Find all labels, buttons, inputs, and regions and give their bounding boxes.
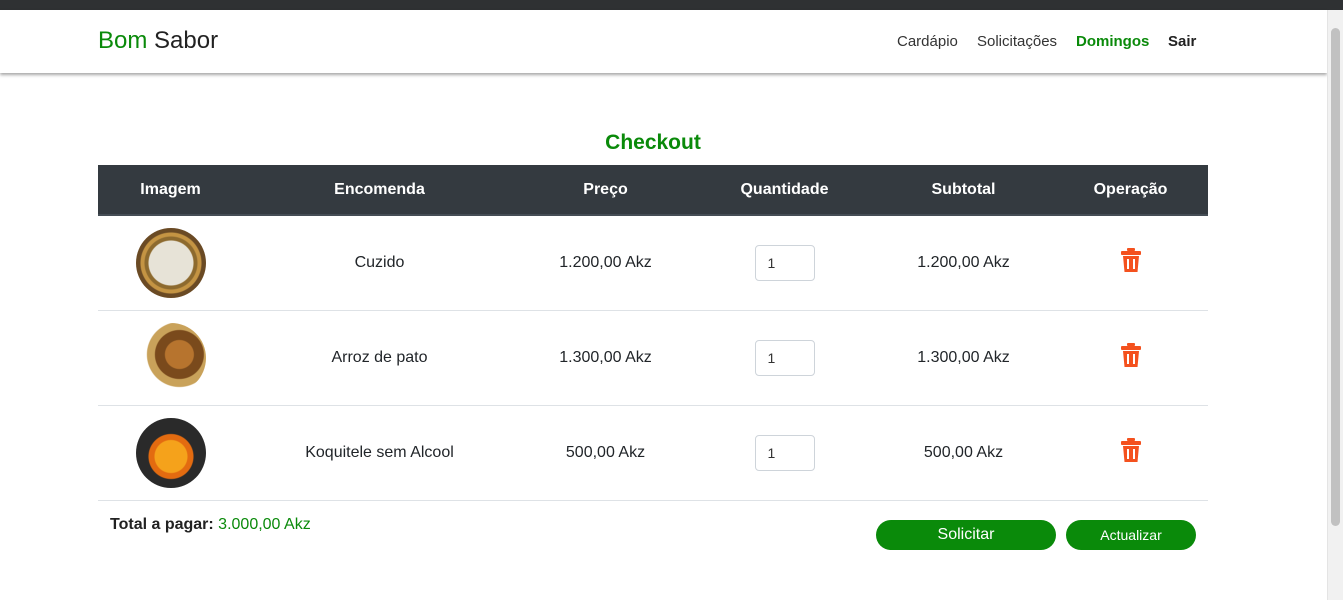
nav-sair[interactable]: Sair: [1168, 33, 1196, 50]
header-preco: Preço: [516, 165, 695, 216]
cell-qty: [695, 310, 874, 406]
cell-name: Cuzido: [243, 215, 516, 311]
cell-name: Arroz de pato: [243, 310, 516, 406]
trash-icon[interactable]: [1120, 343, 1141, 372]
nav-solicitacoes[interactable]: Solicitações: [977, 33, 1057, 50]
food-image: [135, 322, 206, 393]
cell-operation: [1053, 215, 1208, 311]
table-row: Koquitele sem Alcool 500,00 Akz 500,00 A…: [98, 405, 1208, 501]
cell-name: Koquitele sem Alcool: [243, 405, 516, 501]
solicitar-button[interactable]: Solicitar: [876, 520, 1056, 550]
header-operacao: Operação: [1053, 165, 1208, 216]
cell-price: 500,00 Akz: [516, 405, 695, 501]
table-row: Cuzido 1.200,00 Akz 1.200,00 Akz: [98, 215, 1208, 311]
header-imagem: Imagem: [98, 165, 243, 216]
actualizar-button[interactable]: Actualizar: [1066, 520, 1196, 550]
table-row: Arroz de pato 1.300,00 Akz 1.300,00 Akz: [98, 310, 1208, 406]
header-subtotal: Subtotal: [874, 165, 1053, 216]
quantity-input[interactable]: [754, 339, 815, 376]
cell-image: [98, 405, 243, 501]
cell-subtotal: 500,00 Akz: [874, 405, 1053, 501]
page-scrollbar[interactable]: [1327, 10, 1343, 600]
trash-icon[interactable]: [1120, 438, 1141, 467]
brand-part-1: Bom: [98, 27, 148, 54]
header-encomenda: Encomenda: [243, 165, 516, 216]
drink-image: [135, 417, 206, 488]
total-label: Total a pagar:: [110, 516, 214, 533]
browser-top-strip: [0, 0, 1343, 10]
food-image: [135, 227, 206, 298]
cell-subtotal: 1.200,00 Akz: [874, 215, 1053, 311]
brand-logo[interactable]: Bom Sabor: [98, 27, 218, 55]
cell-image: [98, 310, 243, 406]
checkout-table: Imagem Encomenda Preço Quantidade Subtot…: [98, 165, 1208, 501]
cell-price: 1.200,00 Akz: [516, 215, 695, 311]
cell-qty: [695, 215, 874, 311]
table-header-row: Imagem Encomenda Preço Quantidade Subtot…: [98, 165, 1208, 216]
header-quantidade: Quantidade: [695, 165, 874, 216]
total-summary: Total a pagar: 3.000,00 Akz: [110, 516, 311, 534]
cell-subtotal: 1.300,00 Akz: [874, 310, 1053, 406]
cell-operation: [1053, 405, 1208, 501]
cell-price: 1.300,00 Akz: [516, 310, 695, 406]
page-title: Checkout: [605, 131, 701, 154]
quantity-input[interactable]: [754, 244, 815, 281]
cell-qty: [695, 405, 874, 501]
navbar: Bom Sabor Cardápio Solicitações Domingos…: [0, 10, 1327, 73]
cell-operation: [1053, 310, 1208, 406]
cell-image: [98, 215, 243, 311]
scrollbar-thumb[interactable]: [1331, 28, 1340, 526]
brand-part-2: Sabor: [154, 27, 219, 54]
total-value: 3.000,00 Akz: [218, 516, 311, 533]
quantity-input[interactable]: [754, 434, 815, 471]
nav-domingos[interactable]: Domingos: [1076, 33, 1149, 50]
nav-cardapio[interactable]: Cardápio: [897, 33, 958, 50]
trash-icon[interactable]: [1120, 248, 1141, 277]
